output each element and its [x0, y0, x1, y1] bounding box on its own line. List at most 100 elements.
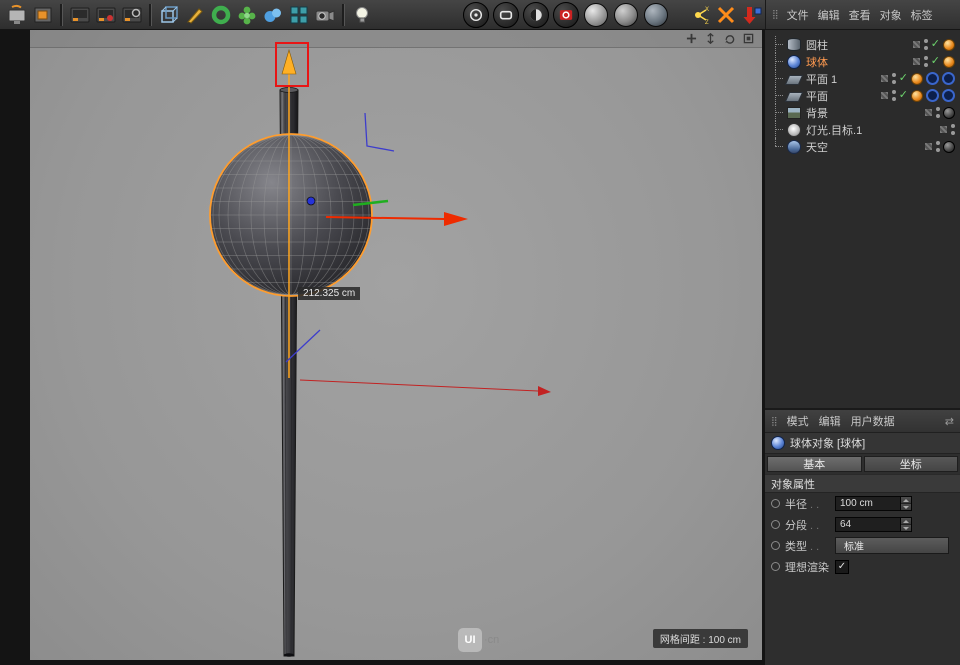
- tex-tag-icon[interactable]: [943, 141, 955, 153]
- layer-chip[interactable]: [924, 108, 933, 117]
- comp-tag-icon[interactable]: [942, 72, 955, 85]
- enabled-check-icon[interactable]: ✓: [931, 56, 940, 67]
- object-manager-menubar: ⣿ 文件编辑查看对象标签: [765, 0, 960, 29]
- shading-sphere-2-icon[interactable]: [614, 3, 638, 27]
- render-settings-icon[interactable]: [119, 2, 145, 28]
- object-item-5[interactable]: 灯光.目标.1: [771, 121, 957, 138]
- anim-dot-icon[interactable]: [771, 541, 780, 550]
- axis-lock-icon[interactable]: [713, 2, 739, 28]
- layer-chip[interactable]: [912, 40, 921, 49]
- dropdown[interactable]: 标准: [835, 537, 949, 554]
- pen-spline-icon[interactable]: [182, 2, 208, 28]
- number-input[interactable]: 100 cm: [835, 496, 912, 511]
- om-menu-4[interactable]: 标签: [911, 7, 933, 23]
- om-menu-2[interactable]: 查看: [849, 7, 871, 23]
- om-menu-3[interactable]: 对象: [880, 7, 902, 23]
- layer-chip[interactable]: [880, 91, 889, 100]
- measurement-label: 212.325 cm: [298, 287, 360, 300]
- object-item-1[interactable]: 球体 ✓: [771, 53, 957, 70]
- prop-label: 理想渲染: [785, 559, 835, 575]
- visibility-dots[interactable]: [924, 56, 928, 67]
- history-arrows-icon[interactable]: ⇄: [945, 415, 954, 428]
- shading-sphere-1-icon[interactable]: [584, 3, 608, 27]
- border-mode-icon[interactable]: [493, 2, 519, 28]
- array-icon[interactable]: [286, 2, 312, 28]
- phong-tag-icon[interactable]: [911, 90, 923, 102]
- object-manager-empty-area[interactable]: [765, 155, 960, 408]
- comp-tag-icon[interactable]: [926, 72, 939, 85]
- object-item-0[interactable]: 圆柱✓: [771, 36, 957, 53]
- comp-tag-icon[interactable]: [942, 89, 955, 102]
- sphere-icon: [787, 55, 801, 69]
- sphere-object[interactable]: [210, 134, 372, 296]
- object-item-6[interactable]: 天空: [771, 138, 957, 155]
- subdivision-surface-icon[interactable]: [208, 2, 234, 28]
- tab-1[interactable]: 坐标: [864, 456, 959, 472]
- cube-primitive-icon[interactable]: [156, 2, 182, 28]
- zoom-icon[interactable]: [704, 33, 716, 45]
- generators-icon[interactable]: [234, 2, 260, 28]
- tree-connector: [771, 36, 787, 53]
- tex-tag-icon[interactable]: [943, 107, 955, 119]
- am-menu-1[interactable]: 编辑: [819, 413, 841, 429]
- object-item-4[interactable]: 背景: [771, 104, 957, 121]
- enabled-check-icon[interactable]: ✓: [899, 90, 908, 101]
- render-to-picture-viewer-icon[interactable]: [93, 2, 119, 28]
- shading-sphere-3-icon[interactable]: [644, 3, 668, 27]
- object-label: 球体: [806, 54, 828, 70]
- visibility-dots[interactable]: [892, 90, 896, 101]
- prop-row-2: 类型标准: [765, 535, 960, 556]
- metaball-icon[interactable]: [260, 2, 286, 28]
- number-value[interactable]: 64: [835, 517, 900, 532]
- number-value[interactable]: 100 cm: [835, 496, 900, 511]
- tree-connector: [771, 121, 787, 138]
- rotate-icon[interactable]: [723, 33, 735, 45]
- object-item-3[interactable]: 平面✓: [771, 87, 957, 104]
- checkbox[interactable]: ✓: [835, 560, 849, 574]
- enabled-check-icon[interactable]: ✓: [899, 73, 908, 84]
- layer-chip[interactable]: [939, 125, 948, 134]
- phong-tag-icon[interactable]: [911, 73, 923, 85]
- axis-move-icon[interactable]: [739, 2, 765, 28]
- number-input[interactable]: 64: [835, 517, 912, 532]
- spinner[interactable]: [900, 496, 912, 511]
- contrast-mode-icon[interactable]: [523, 2, 549, 28]
- om-menu-1[interactable]: 编辑: [818, 7, 840, 23]
- layer-chip[interactable]: [880, 74, 889, 83]
- record-render-icon[interactable]: [553, 2, 579, 28]
- layer-chip[interactable]: [924, 142, 933, 151]
- tab-0[interactable]: 基本: [767, 456, 862, 472]
- visibility-dots[interactable]: [924, 39, 928, 50]
- render-view-icon[interactable]: [67, 2, 93, 28]
- phong-tag-icon[interactable]: [943, 39, 955, 51]
- object-manager-menu-items: 文件编辑查看对象标签: [787, 7, 933, 23]
- gizmo-x-arrowhead[interactable]: [444, 212, 468, 226]
- window-cube-icon[interactable]: [30, 2, 56, 28]
- phong-tag-icon[interactable]: [943, 56, 955, 68]
- undo-icon[interactable]: [4, 2, 30, 28]
- viewport-3d[interactable]: 212.325 cm UI ·cn 网格间距 : 100 cm: [30, 30, 762, 660]
- anim-dot-icon[interactable]: [771, 562, 780, 571]
- anim-dot-icon[interactable]: [771, 520, 780, 529]
- layer-chip[interactable]: [912, 57, 921, 66]
- anim-dot-icon[interactable]: [771, 499, 780, 508]
- camera-icon[interactable]: [312, 2, 338, 28]
- comp-tag-icon[interactable]: [926, 89, 939, 102]
- am-menu-2[interactable]: 用户数据: [851, 413, 895, 429]
- om-menu-0[interactable]: 文件: [787, 7, 809, 23]
- visibility-dots[interactable]: [951, 124, 955, 135]
- visibility-dots[interactable]: [892, 73, 896, 84]
- enabled-check-icon[interactable]: ✓: [931, 39, 940, 50]
- am-menu-0[interactable]: 模式: [787, 413, 809, 429]
- spinner[interactable]: [900, 517, 912, 532]
- visibility-dots[interactable]: [936, 107, 940, 118]
- light-icon[interactable]: [349, 2, 375, 28]
- maximize-icon[interactable]: [742, 33, 754, 45]
- object-item-2[interactable]: 平面 1✓: [771, 70, 957, 87]
- snap-xyz-icon[interactable]: XZ: [687, 2, 713, 28]
- pan-icon[interactable]: [685, 33, 697, 45]
- visibility-dots[interactable]: [936, 141, 940, 152]
- target-mode-icon[interactable]: [463, 2, 489, 28]
- gizmo-center-handle[interactable]: [307, 197, 315, 205]
- scene-3d[interactable]: [30, 30, 762, 660]
